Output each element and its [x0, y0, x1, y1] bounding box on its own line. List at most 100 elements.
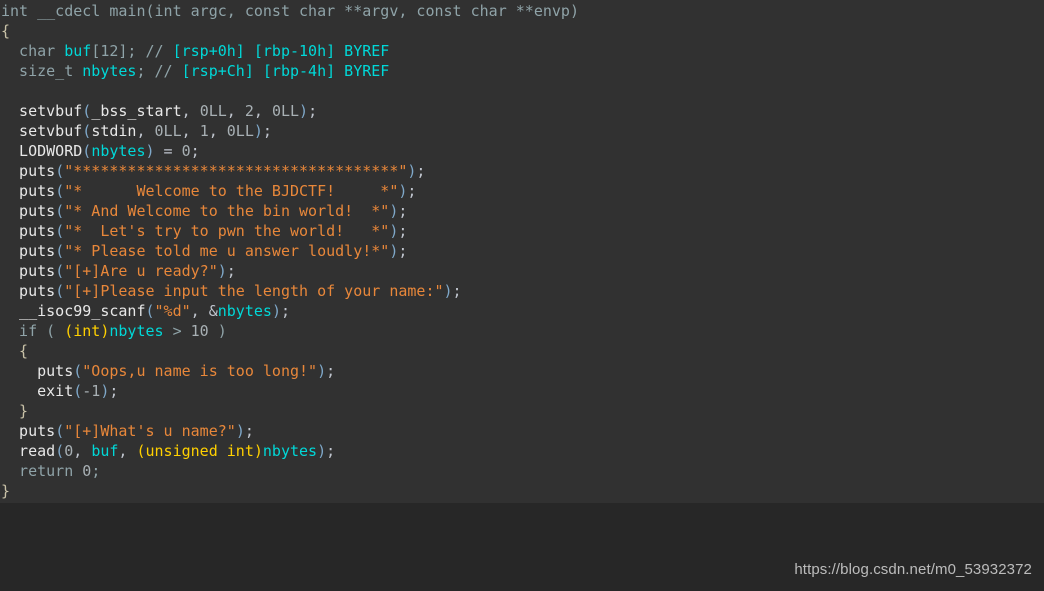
code-token-number: 0LL: [271, 102, 300, 120]
code-token-func: puts: [1, 262, 56, 280]
code-token-cmtmark: //: [154, 62, 182, 80]
code-token-keyword: char: [1, 42, 65, 60]
code-line[interactable]: puts("* Welcome to the BJDCTF! *");: [0, 181, 1044, 201]
code-token-func: puts: [1, 182, 56, 200]
code-token-paren: (: [55, 262, 65, 280]
code-token-default: ,: [253, 102, 272, 120]
code-line[interactable]: {: [0, 21, 1044, 41]
code-line[interactable]: {: [0, 341, 1044, 361]
code-line[interactable]: puts("* Let's try to pwn the world! *");: [0, 221, 1044, 241]
code-token-paren: ): [389, 202, 399, 220]
code-line[interactable]: char buf[12]; // [rsp+0h] [rbp-10h] BYRE…: [0, 41, 1044, 61]
code-line[interactable]: LODWORD(nbytes) = 0;: [0, 141, 1044, 161]
code-token-paren: (: [55, 282, 65, 300]
code-token-number: 0LL: [199, 102, 227, 120]
code-token-func: setvbuf: [1, 122, 83, 140]
code-line[interactable]: exit(-1);: [0, 381, 1044, 401]
code-token-paren: (: [55, 182, 65, 200]
code-token-var: nbytes: [262, 442, 318, 460]
code-token-default: ;: [398, 242, 408, 260]
code-token-paren: (: [55, 162, 65, 180]
code-token-default: ;: [326, 362, 336, 380]
code-line[interactable]: }: [0, 481, 1044, 501]
code-line[interactable]: return 0;: [0, 461, 1044, 481]
code-token-default: , &: [190, 302, 218, 320]
code-token-string: "%d": [154, 302, 191, 320]
code-token-default: ;: [262, 122, 272, 140]
code-token-number: 1: [199, 122, 209, 140]
watermark-blog-url: https://blog.csdn.net/m0_53932372: [794, 561, 1032, 578]
code-token-default: ,: [118, 442, 137, 460]
code-token-paren: ): [317, 442, 327, 460]
code-line[interactable]: puts("[+]What's u name?");: [0, 421, 1044, 441]
code-token-paren: (: [73, 362, 83, 380]
code-token-default: ;: [398, 222, 408, 240]
code-token-string: "Oops,u name is too long!": [82, 362, 318, 380]
code-token-paren: ): [145, 142, 155, 160]
code-token-paren: ): [253, 122, 263, 140]
code-token-default: ,: [181, 102, 200, 120]
code-token-string: "* And Welcome to the bin world! *": [64, 202, 390, 220]
code-token-paren: ): [389, 242, 399, 260]
code-token-comment: [rsp+Ch] [rbp-4h] BYREF: [181, 62, 390, 80]
code-token-cmtmark: //: [145, 42, 173, 60]
code-token-string: "* Welcome to the BJDCTF! *": [64, 182, 399, 200]
code-token-keyword: if (: [1, 322, 65, 340]
code-token-paren: (: [55, 202, 65, 220]
code-line[interactable]: size_t nbytes; // [rsp+Ch] [rbp-4h] BYRE…: [0, 61, 1044, 81]
code-token-keyword: ): [208, 322, 227, 340]
code-token-string: "* Let's try to pwn the world! *": [64, 222, 390, 240]
code-line[interactable]: if ( (int)nbytes > 10 ): [0, 321, 1044, 341]
code-token-paren: (: [82, 122, 92, 140]
code-token-func: puts: [1, 202, 56, 220]
code-token-func: puts: [1, 222, 56, 240]
code-token-keyword: ;: [91, 462, 101, 480]
code-token-func: stdin: [91, 122, 137, 140]
code-token-var: buf: [64, 42, 92, 60]
code-token-string: "* Please told me u answer loudly!*": [64, 242, 390, 260]
code-line[interactable]: setvbuf(_bss_start, 0LL, 2, 0LL);: [0, 101, 1044, 121]
code-token-number: -1: [82, 382, 101, 400]
code-token-number: 2: [244, 102, 254, 120]
code-token-paren: (: [82, 102, 92, 120]
code-token-keyword: [12];: [91, 42, 146, 60]
code-line[interactable]: }: [0, 401, 1044, 421]
decompiler-pseudocode-pane[interactable]: int __cdecl main(int argc, const char **…: [0, 0, 1044, 503]
code-token-default: ;: [109, 382, 119, 400]
code-token-func: puts: [1, 242, 56, 260]
code-line[interactable]: setvbuf(stdin, 0LL, 1, 0LL);: [0, 121, 1044, 141]
code-line[interactable]: read(0, buf, (unsigned int)nbytes);: [0, 441, 1044, 461]
code-token-var: buf: [91, 442, 119, 460]
code-line[interactable]: puts("[+]Please input the length of your…: [0, 281, 1044, 301]
code-line[interactable]: __isoc99_scanf("%d", &nbytes);: [0, 301, 1044, 321]
code-token-func: puts: [1, 362, 74, 380]
code-token-paren: ): [271, 302, 281, 320]
code-token-paren: ): [235, 422, 245, 440]
code-line[interactable]: int __cdecl main(int argc, const char **…: [0, 1, 1044, 21]
code-token-default: ;: [326, 442, 336, 460]
code-line[interactable]: puts("[+]Are u ready?");: [0, 261, 1044, 281]
code-token-paren: (: [55, 422, 65, 440]
code-token-paren: ): [299, 102, 309, 120]
code-line[interactable]: puts("* And Welcome to the bin world! *"…: [0, 201, 1044, 221]
code-token-cast: (unsigned int): [136, 442, 263, 460]
code-token-paren: ): [317, 362, 327, 380]
code-token-paren: (: [55, 442, 65, 460]
code-token-paren: (: [55, 222, 65, 240]
code-line[interactable]: [0, 81, 1044, 101]
code-token-number: 0: [181, 142, 191, 160]
code-line[interactable]: puts("Oops,u name is too long!");: [0, 361, 1044, 381]
code-token-func: setvbuf: [1, 102, 83, 120]
code-line[interactable]: puts("**********************************…: [0, 161, 1044, 181]
code-token-keyword: ;: [136, 62, 155, 80]
pseudocode-code-block[interactable]: int __cdecl main(int argc, const char **…: [0, 0, 1044, 501]
code-token-default: ;: [226, 262, 236, 280]
code-token-number: 0: [64, 442, 74, 460]
code-token-paren: (: [55, 242, 65, 260]
code-token-paren: (: [82, 142, 92, 160]
code-token-default: ;: [398, 202, 408, 220]
code-token-brace: {: [1, 22, 11, 40]
code-token-var: nbytes: [91, 142, 146, 160]
code-line[interactable]: puts("* Please told me u answer loudly!*…: [0, 241, 1044, 261]
code-token-string: "[+]Are u ready?": [64, 262, 218, 280]
